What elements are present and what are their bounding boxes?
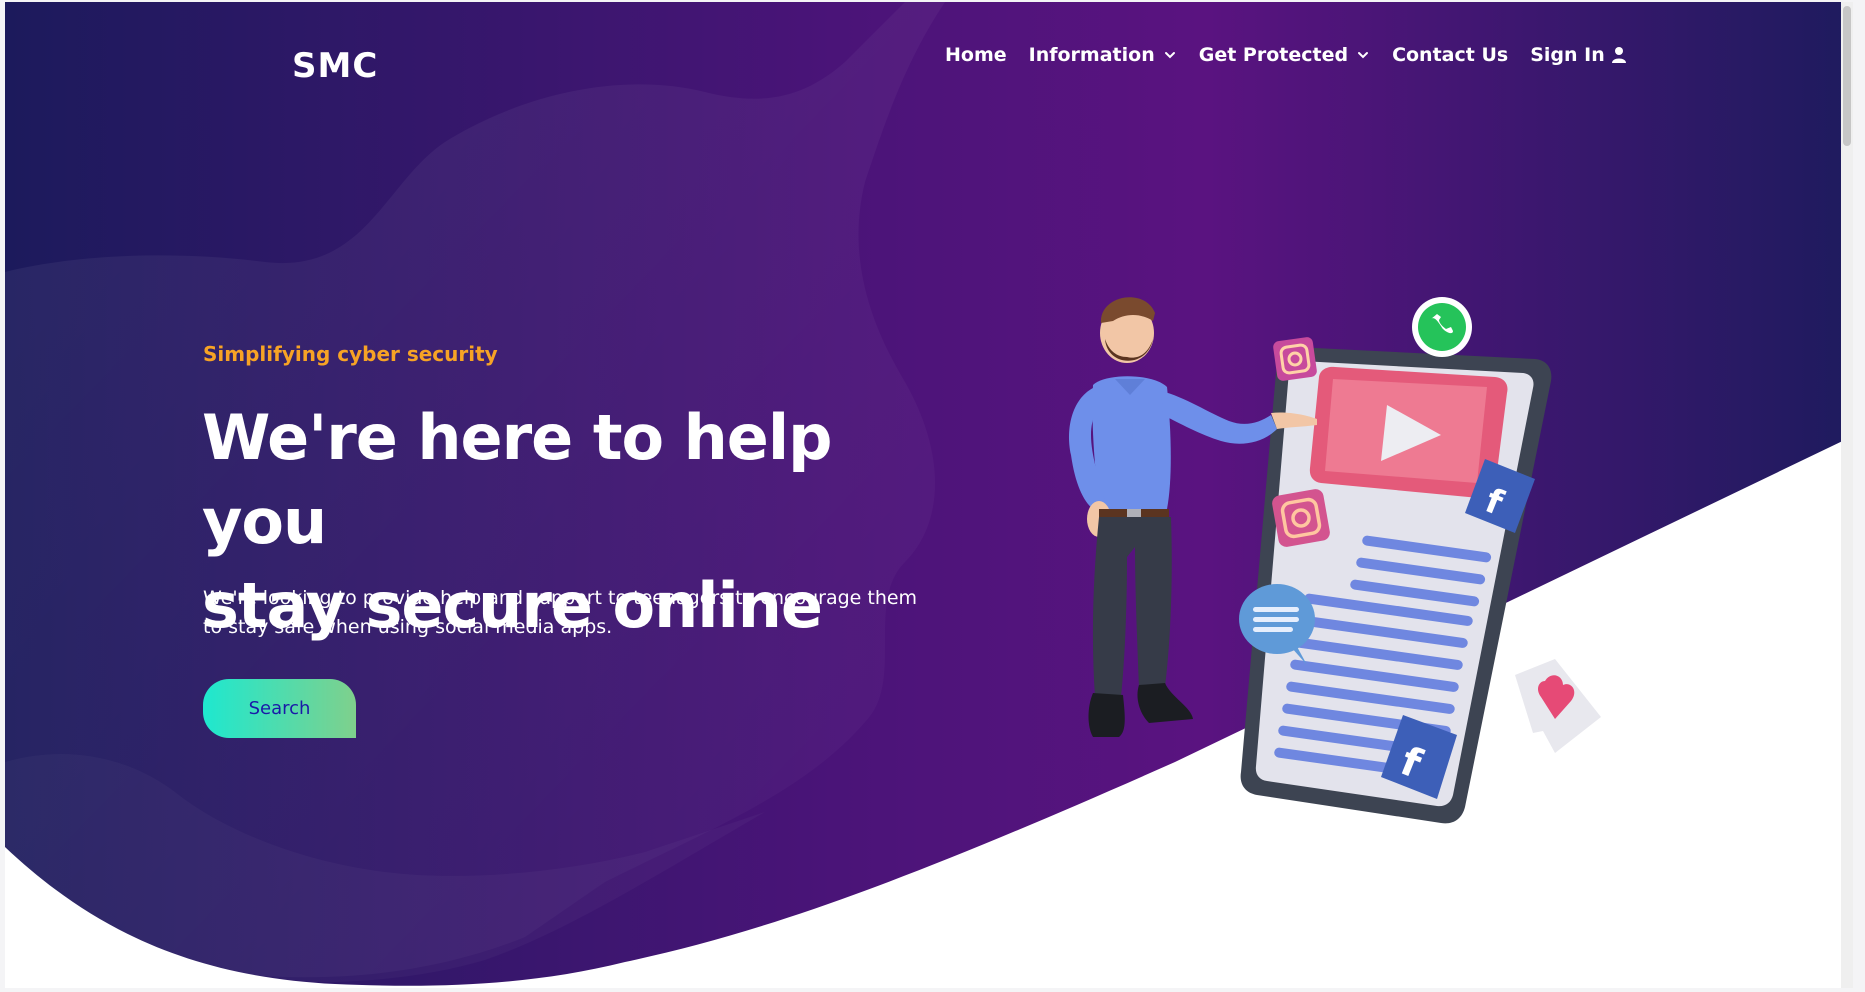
main-navigation: Home Information Get Protected Contact U… (945, 44, 1649, 66)
hero-tagline: Simplifying cyber security (203, 342, 498, 366)
chevron-down-icon (1358, 52, 1369, 59)
nav-contact-us[interactable]: Contact Us (1392, 44, 1508, 66)
instagram-icon (1273, 337, 1317, 381)
heart-icon (1515, 659, 1601, 753)
site-logo[interactable]: SMC (292, 46, 378, 86)
nav-sign-in-label: Sign In (1530, 44, 1605, 66)
scrollbar-thumb[interactable] (1843, 6, 1851, 146)
chevron-down-icon (1164, 52, 1175, 59)
instagram-icon (1272, 489, 1330, 547)
nav-home-label: Home (945, 44, 1007, 66)
nav-home[interactable]: Home (945, 44, 1007, 66)
page: SMC Home Information Get Protected Conta… (0, 0, 1865, 992)
scrollbar[interactable] (1841, 2, 1853, 988)
browser-viewport: SMC Home Information Get Protected Conta… (5, 2, 1853, 988)
nav-information[interactable]: Information (1029, 44, 1177, 66)
nav-sign-in[interactable]: Sign In (1530, 44, 1627, 66)
hero-headline-line-1: We're here to help you (202, 401, 832, 558)
hero-illustration: f f (1069, 297, 1601, 824)
nav-get-protected-label: Get Protected (1198, 44, 1349, 66)
hero-description: We're looking to provide help and suppor… (203, 587, 918, 638)
user-icon (1611, 47, 1626, 63)
nav-get-protected[interactable]: Get Protected (1199, 44, 1370, 66)
nav-information-label: Information (1028, 44, 1155, 66)
nav-contact-us-label: Contact Us (1392, 44, 1509, 66)
search-button[interactable]: Search (203, 679, 356, 738)
whatsapp-icon (1412, 297, 1472, 357)
